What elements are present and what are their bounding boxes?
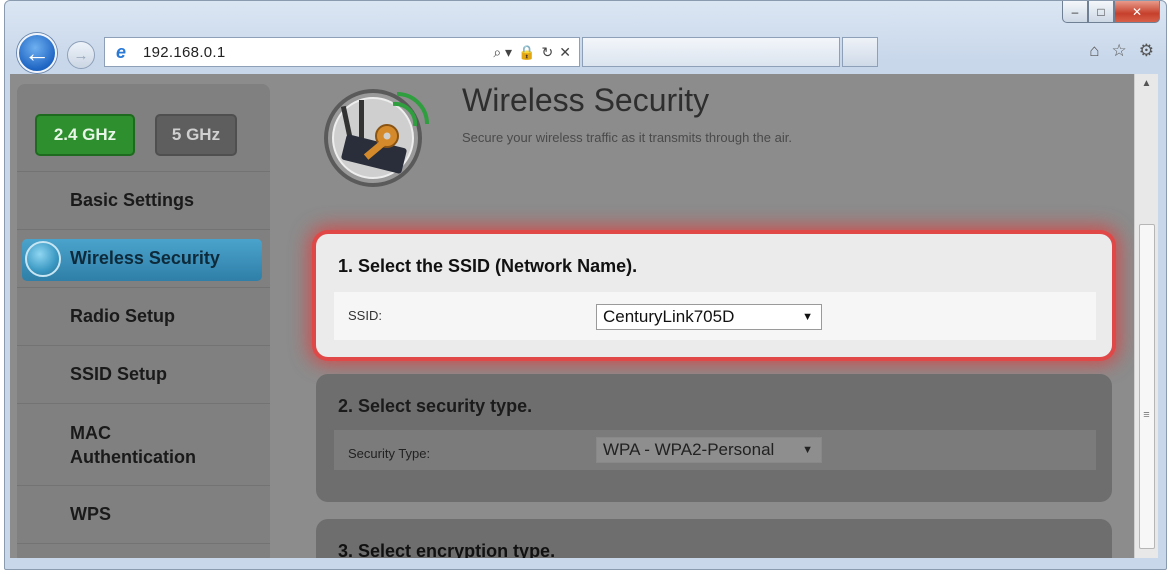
new-tab-button[interactable] (842, 37, 878, 67)
sidebar-item-wps[interactable]: WPS (17, 486, 270, 544)
browser-right-icons: ⌂ ☆ ⚙ (1089, 41, 1154, 61)
back-button[interactable]: ← (17, 33, 57, 73)
maximize-button[interactable]: □ (1088, 1, 1114, 23)
security-type-select[interactable]: WPA - WPA2-Personal ▼ (596, 437, 822, 463)
forward-button[interactable]: → (67, 41, 95, 69)
page-viewport: 2.4 GHz 5 GHz Basic Settings Wireless Se… (10, 74, 1134, 558)
sidebar-item-label: SSID Setup (70, 364, 168, 384)
scrollbar-thumb[interactable] (1139, 224, 1155, 549)
address-tools: ⌕ ▾ 🔒 ↻ ✕ (493, 44, 571, 61)
page-subtitle: Secure your wireless traffic as it trans… (462, 130, 792, 145)
scroll-up-arrow-icon[interactable]: ▲ (1135, 78, 1158, 89)
sidebar-item-ssid-setup[interactable]: SSID Setup (17, 346, 270, 404)
sidebar-item-radio-setup[interactable]: Radio Setup (17, 288, 270, 346)
browser-tab[interactable] (582, 37, 840, 67)
vertical-scrollbar[interactable]: ▲ ≡ (1134, 74, 1158, 558)
scrollbar-grip-icon: ≡ (1143, 409, 1150, 421)
address-bar[interactable]: e 192.168.0.1 ⌕ ▾ 🔒 ↻ ✕ (104, 37, 580, 67)
sidebar-item-label: WPS (70, 504, 112, 524)
security-type-row: Security Type: WPA - WPA2-Personal ▼ (334, 430, 1096, 470)
stop-icon[interactable]: ✕ (559, 44, 571, 61)
page-title: Wireless Security (462, 82, 710, 118)
security-type-panel: 2. Select security type. Security Type: … (316, 374, 1112, 502)
security-type-label: Security Type: (348, 446, 431, 461)
ssid-select[interactable]: CenturyLink705D ▼ (596, 304, 822, 330)
ssid-panel: 1. Select the SSID (Network Name). SSID:… (316, 234, 1112, 357)
sidebar-item-basic-settings[interactable]: Basic Settings (17, 172, 270, 230)
globe-icon (25, 241, 61, 277)
refresh-icon[interactable]: ↻ (542, 44, 554, 61)
search-icon[interactable]: ⌕ ▾ (493, 44, 512, 61)
sidebar: 2.4 GHz 5 GHz Basic Settings Wireless Se… (17, 84, 270, 558)
sidebar-item-wireless-security[interactable]: Wireless Security (17, 230, 270, 288)
sidebar-item-label: MAC Authentication (70, 422, 196, 467)
ssid-value: CenturyLink705D (603, 307, 735, 326)
sidebar-item-label: Radio Setup (70, 306, 176, 326)
band-selector: 2.4 GHz 5 GHz (17, 84, 270, 172)
band-5ghz-button[interactable]: 5 GHz (155, 114, 237, 156)
dropdown-caret-icon: ▼ (802, 311, 813, 323)
close-button[interactable]: ✕ (1114, 1, 1160, 23)
window-controls: – □ ✕ (1062, 1, 1160, 23)
encryption-type-panel: 3. Select encryption type. (316, 519, 1112, 558)
favorites-icon[interactable]: ☆ (1112, 41, 1127, 61)
panel-heading: 3. Select encryption type. (338, 541, 556, 558)
sidebar-item-mac-authentication[interactable]: MAC Authentication (17, 404, 270, 486)
ie-page-icon: e (115, 41, 126, 62)
sidebar-item-label: Basic Settings (70, 190, 195, 210)
dropdown-caret-icon: ▼ (802, 444, 813, 456)
minimize-button[interactable]: – (1062, 1, 1088, 23)
router-key-icon (324, 89, 429, 187)
home-icon[interactable]: ⌂ (1089, 41, 1099, 61)
panel-heading: 1. Select the SSID (Network Name). (338, 256, 638, 276)
panel-heading: 2. Select security type. (338, 396, 533, 416)
sidebar-item-label: Wireless Security (70, 248, 220, 268)
band-2-4ghz-button[interactable]: 2.4 GHz (35, 114, 135, 156)
url-text[interactable]: 192.168.0.1 (143, 44, 493, 61)
lock-icon[interactable]: 🔒 (518, 44, 535, 61)
settings-gear-icon[interactable]: ⚙ (1139, 41, 1154, 61)
ssid-label: SSID: (348, 308, 382, 323)
security-type-value: WPA - WPA2-Personal (603, 440, 775, 459)
browser-toolbar: ← → e 192.168.0.1 ⌕ ▾ 🔒 ↻ ✕ ⌂ ☆ ⚙ (5, 29, 1166, 77)
ssid-row: SSID: CenturyLink705D ▼ (334, 292, 1096, 340)
